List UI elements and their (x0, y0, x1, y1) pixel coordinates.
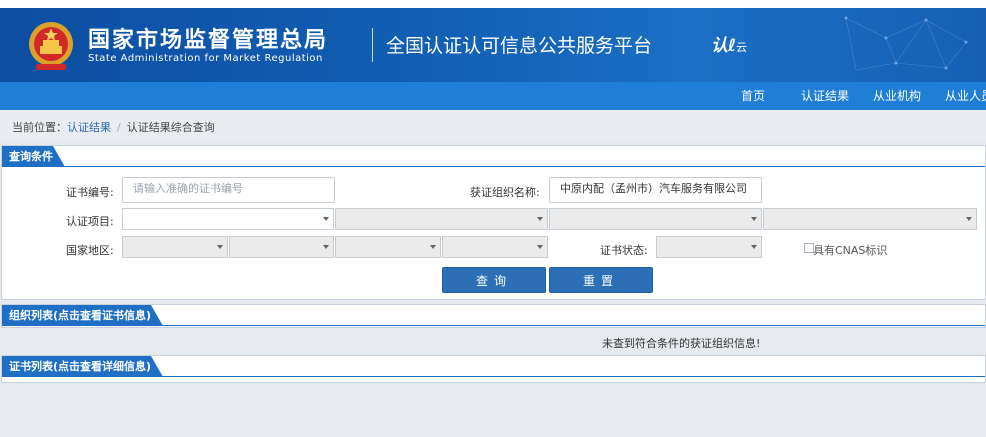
cert-status-select[interactable] (656, 236, 762, 258)
panel-rule (2, 325, 985, 326)
logo-text: 认 (711, 36, 728, 56)
org-list-panel: 组织列表(点击查看证书信息) (1, 304, 986, 328)
cert-item-select-3[interactable] (549, 208, 762, 230)
panel-rule (2, 376, 985, 377)
panel-rule (2, 166, 985, 167)
agency-name-cn: 国家市场监督管理总局 (88, 28, 329, 53)
header-divider (372, 28, 373, 62)
chevron-down-icon (751, 245, 757, 249)
org-empty-message: 未查到符合条件的获证组织信息! (602, 337, 761, 350)
search-button[interactable]: 查询 (442, 267, 546, 293)
nav-item-institutions[interactable]: 从业机构 (873, 82, 921, 110)
nav-item-cert-results[interactable]: 认证结果 (801, 82, 849, 110)
cert-list-panel: 证书列表(点击查看详细信息) (1, 355, 986, 383)
region-select-3[interactable] (335, 236, 441, 258)
platform-logo: 认ℓ云 (711, 36, 748, 56)
cert-item-select-2[interactable] (335, 208, 548, 230)
org-list-title: 组织列表(点击查看证书信息) (2, 305, 164, 326)
logo-text-2: 云 (736, 41, 748, 54)
cnas-checkbox-label: 具有CNAS标识 (813, 244, 888, 257)
chevron-down-icon (966, 217, 972, 221)
breadcrumb-current: 认证结果综合查询 (126, 121, 215, 134)
national-emblem-icon (29, 22, 73, 70)
chevron-down-icon (323, 245, 329, 249)
reset-button[interactable]: 重置 (549, 267, 653, 293)
platform-title: 全国认证认可信息公共服务平台 (386, 35, 653, 57)
cert-item-select-4[interactable] (763, 208, 977, 230)
breadcrumb: 当前位置：认证结果 / 认证结果综合查询 (0, 110, 986, 142)
org-name-label: 获证组织名称: (470, 186, 540, 199)
breadcrumb-separator: / (117, 121, 121, 134)
cert-item-label: 认证项目: (66, 215, 114, 228)
site-header: 国家市场监督管理总局 State Administration for Mark… (0, 8, 986, 82)
nav-item-home[interactable]: 首页 (741, 82, 765, 110)
cert-no-input[interactable]: 请输入准确的证书编号 (122, 177, 335, 203)
agency-name-en: State Administration for Market Regulati… (88, 53, 323, 64)
chevron-down-icon (430, 245, 436, 249)
cert-no-label: 证书编号: (66, 186, 114, 199)
region-select-1[interactable] (122, 236, 228, 258)
cert-list-title: 证书列表(点击查看详细信息) (2, 356, 164, 377)
breadcrumb-link[interactable]: 认证结果 (67, 121, 111, 134)
chevron-down-icon (751, 217, 757, 221)
region-select-2[interactable] (229, 236, 334, 258)
network-decoration (844, 16, 968, 71)
nav-item-personnel[interactable]: 从业人员 (945, 82, 986, 110)
org-name-input[interactable]: 中原内配（孟州市）汽车服务有限公司 (549, 177, 762, 203)
region-select-4[interactable] (442, 236, 548, 258)
chevron-down-icon (323, 217, 329, 221)
chevron-down-icon (537, 217, 543, 221)
cert-item-select-1[interactable] (122, 208, 334, 230)
region-label: 国家地区: (66, 244, 114, 257)
cert-status-label: 证书状态: (600, 244, 648, 257)
chevron-down-icon (217, 245, 223, 249)
breadcrumb-prefix: 当前位置： (12, 121, 67, 134)
top-strip (0, 0, 986, 8)
query-panel-title: 查询条件 (2, 146, 65, 167)
main-nav: 首页 认证结果 从业机构 从业人员 (0, 82, 986, 110)
chevron-down-icon (537, 245, 543, 249)
